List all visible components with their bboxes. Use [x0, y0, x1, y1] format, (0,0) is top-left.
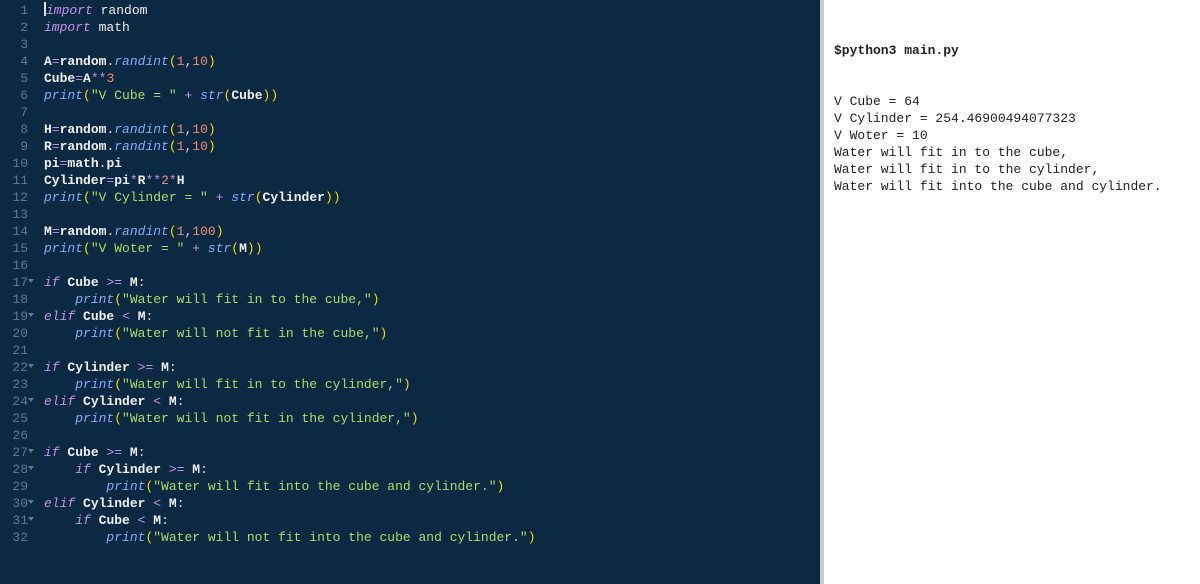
- terminal-output-line: Water will fit in to the cylinder,: [834, 161, 1190, 178]
- line-number: 11: [0, 172, 28, 189]
- line-number: 18: [0, 291, 28, 308]
- code-line[interactable]: print("V Woter = " + str(M)): [44, 240, 820, 257]
- terminal-output-line: V Woter = 10: [834, 127, 1190, 144]
- code-line[interactable]: [44, 104, 820, 121]
- line-number: 20: [0, 325, 28, 342]
- line-number: 12: [0, 189, 28, 206]
- line-number: 15: [0, 240, 28, 257]
- line-number: 7: [0, 104, 28, 121]
- code-line[interactable]: print("Water will not fit into the cube …: [44, 529, 820, 546]
- line-number: 13: [0, 206, 28, 223]
- line-number: 9: [0, 138, 28, 155]
- line-number: 16: [0, 257, 28, 274]
- line-number: 5: [0, 70, 28, 87]
- line-number: 21: [0, 342, 28, 359]
- line-number: 29: [0, 478, 28, 495]
- terminal-output-line: V Cube = 64: [834, 93, 1190, 110]
- code-line[interactable]: elif Cube < M:: [44, 308, 820, 325]
- code-line[interactable]: print("Water will not fit in the cylinde…: [44, 410, 820, 427]
- code-line[interactable]: M=random.randint(1,100): [44, 223, 820, 240]
- code-line[interactable]: import random: [44, 2, 820, 19]
- code-line[interactable]: elif Cylinder < M:: [44, 495, 820, 512]
- line-number: 3: [0, 36, 28, 53]
- line-number: 19: [0, 308, 28, 325]
- line-number: 22: [0, 359, 28, 376]
- code-line[interactable]: H=random.randint(1,10): [44, 121, 820, 138]
- code-line[interactable]: import math: [44, 19, 820, 36]
- code-line[interactable]: [44, 206, 820, 223]
- line-number: 31: [0, 512, 28, 529]
- line-number: 32: [0, 529, 28, 546]
- code-editor-pane[interactable]: 1234567891011121314151617181920212223242…: [0, 0, 820, 584]
- line-number: 2: [0, 19, 28, 36]
- code-line[interactable]: if Cube >= M:: [44, 444, 820, 461]
- line-number: 26: [0, 427, 28, 444]
- terminal-output-line: Water will fit into the cube and cylinde…: [834, 178, 1190, 195]
- line-number: 24: [0, 393, 28, 410]
- code-line[interactable]: [44, 36, 820, 53]
- terminal-output-line: Water will fit in to the cube,: [834, 144, 1190, 161]
- line-number: 10: [0, 155, 28, 172]
- code-line[interactable]: A=random.randint(1,10): [44, 53, 820, 70]
- code-line[interactable]: R=random.randint(1,10): [44, 138, 820, 155]
- code-line[interactable]: if Cube >= M:: [44, 274, 820, 291]
- code-line[interactable]: print("Water will not fit in the cube,"): [44, 325, 820, 342]
- line-number: 30: [0, 495, 28, 512]
- code-line[interactable]: print("V Cube = " + str(Cube)): [44, 87, 820, 104]
- line-number: 25: [0, 410, 28, 427]
- code-line[interactable]: pi=math.pi: [44, 155, 820, 172]
- terminal-output-pane[interactable]: $python3 main.py V Cube = 64V Cylinder =…: [824, 0, 1200, 584]
- code-line[interactable]: Cylinder=pi*R**2*H: [44, 172, 820, 189]
- code-line[interactable]: if Cylinder >= M:: [44, 461, 820, 478]
- line-number: 4: [0, 53, 28, 70]
- line-number: 17: [0, 274, 28, 291]
- code-line[interactable]: [44, 342, 820, 359]
- line-number: 23: [0, 376, 28, 393]
- line-number: 1: [0, 2, 28, 19]
- code-line[interactable]: if Cube < M:: [44, 512, 820, 529]
- line-number: 28: [0, 461, 28, 478]
- code-line[interactable]: Cube=A**3: [44, 70, 820, 87]
- code-line[interactable]: print("Water will fit into the cube and …: [44, 478, 820, 495]
- line-number: 27: [0, 444, 28, 461]
- code-line[interactable]: elif Cylinder < M:: [44, 393, 820, 410]
- code-line[interactable]: [44, 257, 820, 274]
- code-line[interactable]: print("Water will fit in to the cylinder…: [44, 376, 820, 393]
- terminal-output-body: V Cube = 64V Cylinder = 254.469004940773…: [834, 93, 1190, 195]
- code-line[interactable]: print("Water will fit in to the cube,"): [44, 291, 820, 308]
- line-number: 8: [0, 121, 28, 138]
- code-area[interactable]: import randomimport math A=random.randint…: [36, 2, 820, 584]
- terminal-command: $python3 main.py: [834, 42, 1190, 59]
- line-number-gutter: 1234567891011121314151617181920212223242…: [0, 2, 36, 584]
- terminal-output-line: V Cylinder = 254.46900494077323: [834, 110, 1190, 127]
- code-line[interactable]: print("V Cylinder = " + str(Cylinder)): [44, 189, 820, 206]
- line-number: 14: [0, 223, 28, 240]
- code-line[interactable]: [44, 427, 820, 444]
- code-line[interactable]: if Cylinder >= M:: [44, 359, 820, 376]
- line-number: 6: [0, 87, 28, 104]
